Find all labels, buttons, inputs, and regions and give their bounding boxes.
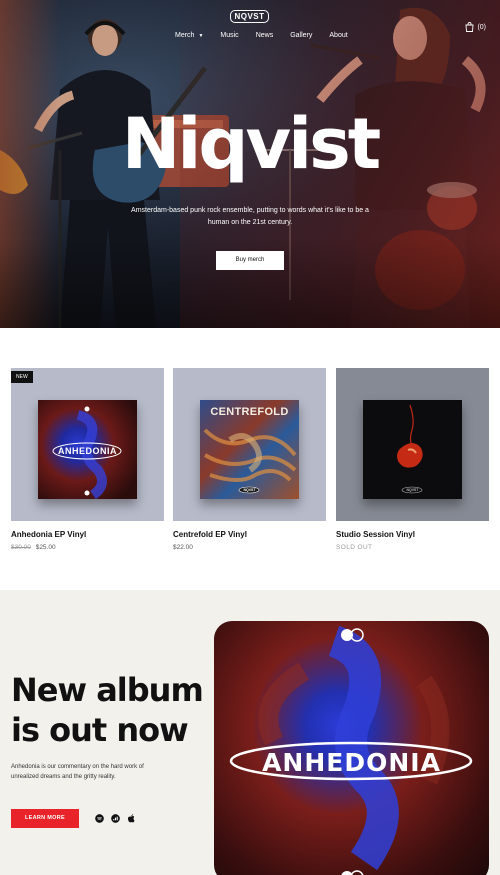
product-sale-price: $25.00	[35, 544, 56, 551]
album-cover-logo: NQVST	[243, 488, 256, 492]
product-price: $22.00	[173, 544, 326, 551]
spotify-icon[interactable]	[95, 814, 104, 823]
product-image[interactable]: NQVST	[336, 368, 489, 521]
product-image[interactable]: CENTREFOLD NQVST	[173, 368, 326, 521]
album-cover-logo: NQVST	[406, 488, 419, 492]
album-cover-title: ANHEDONIA	[57, 446, 117, 456]
apple-icon[interactable]	[127, 814, 136, 823]
cart-count: (0)	[477, 23, 486, 31]
shopping-bag-icon	[465, 22, 474, 32]
nav-item-music[interactable]: Music	[220, 32, 238, 39]
album-cover-art	[397, 404, 423, 494]
hero-subtitle: Amsterdam-based punk rock ensemble, putt…	[131, 207, 369, 226]
product-price: $30.00 $25.00	[11, 544, 164, 551]
promo-description: Anhedonia is our commentary on the hard …	[11, 764, 144, 780]
product-old-price: $30.00	[11, 544, 31, 551]
product-card-studio-session[interactable]: NQVST Studio Session Vinyl SOLD OUT	[336, 368, 489, 551]
sold-out-label: SOLD OUT	[336, 544, 373, 551]
caret-down-icon: ▼	[198, 32, 204, 39]
main-nav: Merch ▼ Music News Gallery About	[175, 32, 365, 39]
product-name[interactable]: Studio Session Vinyl	[336, 530, 489, 539]
album-cover-title: ANHEDONIA	[262, 748, 441, 777]
product-image[interactable]: ANHEDONIA NEW	[11, 368, 164, 521]
nav-item-gallery[interactable]: Gallery	[290, 32, 312, 39]
product-sale-price: $22.00	[173, 544, 193, 551]
promo-title-line: is out now	[11, 711, 189, 749]
album-cover-large[interactable]: ANHEDONIA	[214, 621, 489, 875]
album-cover-title: CENTREFOLD	[210, 406, 289, 418]
nav-item-merch[interactable]: Merch ▼	[175, 32, 203, 39]
hero-title: Niqvist	[121, 103, 381, 185]
site-logo[interactable]: NQVST	[230, 10, 269, 23]
buy-merch-button[interactable]: Buy merch	[216, 251, 284, 270]
deezer-icon[interactable]	[111, 814, 120, 823]
promo-title-line: New album	[11, 671, 204, 709]
product-card-centrefold[interactable]: CENTREFOLD NQVST Centrefold EP Vinyl $22…	[173, 368, 326, 551]
product-name[interactable]: Centrefold EP Vinyl	[173, 530, 326, 539]
nav-item-news[interactable]: News	[256, 32, 274, 39]
product-price: SOLD OUT	[336, 544, 489, 551]
nav-item-about[interactable]: About	[329, 32, 347, 39]
products-section: ANHEDONIA NEW Anhedonia EP Vinyl $30.00 …	[0, 328, 500, 590]
learn-more-button[interactable]: LEARN MORE	[11, 809, 79, 828]
hero-section: NQVST Merch ▼ Music News Gallery About (…	[0, 0, 500, 328]
new-album-section: New album is out now Anhedonia is our co…	[0, 590, 500, 875]
product-name[interactable]: Anhedonia EP Vinyl	[11, 530, 164, 539]
product-card-anhedonia[interactable]: ANHEDONIA NEW Anhedonia EP Vinyl $30.00 …	[11, 368, 164, 551]
nav-item-label: Merch	[175, 32, 195, 39]
new-badge: NEW	[11, 371, 33, 383]
cart-button[interactable]: (0)	[465, 22, 486, 32]
promo-title: New album is out now	[11, 670, 211, 750]
